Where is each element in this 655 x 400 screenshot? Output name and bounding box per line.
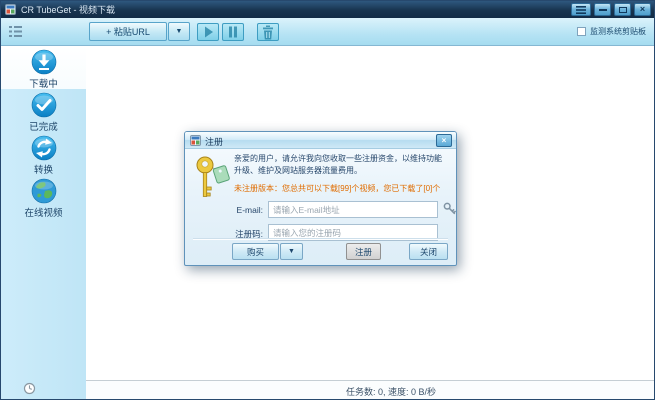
email-field[interactable] <box>268 201 438 218</box>
close-icon: × <box>640 5 645 14</box>
statusbar: 任务数: 0, 速度: 0 B/秒 <box>86 380 654 399</box>
clipboard-checkbox[interactable] <box>577 27 586 36</box>
close-button[interactable]: × <box>634 3 651 16</box>
dialog-app-icon <box>190 135 201 146</box>
titlebar: CR TubeGet - 视频下载 × <box>1 1 654 18</box>
sidebar-item-online-video[interactable]: 在线视频 <box>1 176 86 218</box>
downloading-icon <box>31 49 57 75</box>
close-button-label: 关闭 <box>420 246 437 258</box>
register-dialog: 注册 × 亲爱的用户，请允许我向您收取一些注册资金，以维持功能升级、维护及网站服… <box>184 131 457 266</box>
toolbar: + 粘贴URL ▼ 监测系统剪贴板 <box>1 18 654 46</box>
close-icon: × <box>442 137 447 145</box>
dialog-message: 亲爱的用户，请允许我向您收取一些注册资金，以维持功能升级、维护及网站服务器流量费… <box>234 153 448 177</box>
window-menu-button[interactable] <box>571 3 591 16</box>
online-video-globe-icon <box>31 178 57 204</box>
start-download-button[interactable] <box>197 23 219 41</box>
key-icon <box>194 154 234 206</box>
menu-icon <box>576 6 586 14</box>
delete-task-button[interactable] <box>257 23 279 41</box>
minimize-icon <box>599 9 607 11</box>
sidebar-item-label: 转换 <box>1 162 86 176</box>
dialog-separator <box>193 238 448 240</box>
dialog-warning: 未注册版本：您总共可以下载[99]个视频，您已下载了[0]个 <box>234 183 452 194</box>
sidebar-item-convert[interactable]: 转换 <box>1 133 86 175</box>
chevron-down-icon: ▼ <box>288 248 295 255</box>
sidebar: 下载中 已完成 转换 <box>1 47 86 399</box>
maximize-icon <box>619 7 627 13</box>
buy-button[interactable]: 购买 <box>232 243 279 260</box>
play-icon <box>198 25 218 39</box>
clipboard-checkbox-label: 监测系统剪贴板 <box>590 26 646 37</box>
toolbar-grip-icon[interactable] <box>9 25 22 38</box>
paste-url-dropdown-button[interactable]: ▼ <box>168 22 190 41</box>
window-title: CR TubeGet - 视频下载 <box>21 3 115 16</box>
window-controls: × <box>571 3 651 16</box>
small-key-icon[interactable] <box>443 202 457 217</box>
paste-url-button[interactable]: + 粘贴URL <box>89 22 167 41</box>
sidebar-item-label: 已完成 <box>1 119 86 133</box>
status-text: 任务数: 0, 速度: 0 B/秒 <box>346 385 436 398</box>
clipboard-monitor-option: 监测系统剪贴板 <box>577 26 646 37</box>
app-window: CR TubeGet - 视频下载 × + 粘贴URL <box>0 0 655 400</box>
dialog-title: 注册 <box>205 135 223 148</box>
email-label: E-mail: <box>187 205 263 215</box>
scheduler-clock-icon[interactable] <box>23 382 36 395</box>
chevron-down-icon: ▼ <box>176 28 183 35</box>
buy-button-label: 购买 <box>247 246 264 258</box>
pause-icon <box>223 25 243 39</box>
dialog-close-action-button[interactable]: 关闭 <box>409 243 448 260</box>
sidebar-item-completed[interactable]: 已完成 <box>1 90 86 132</box>
sidebar-item-downloading[interactable]: 下载中 <box>1 47 86 89</box>
register-button-label: 注册 <box>355 246 372 258</box>
app-icon <box>5 4 16 15</box>
dialog-close-button[interactable]: × <box>436 134 452 147</box>
trash-icon <box>258 25 278 40</box>
dialog-titlebar: 注册 × <box>185 132 456 149</box>
sidebar-item-label: 下载中 <box>1 76 86 90</box>
buy-dropdown-button[interactable]: ▼ <box>280 243 303 260</box>
convert-icon <box>31 135 57 161</box>
completed-icon <box>31 92 57 118</box>
sidebar-item-label: 在线视频 <box>1 205 86 219</box>
register-button[interactable]: 注册 <box>346 243 381 260</box>
minimize-button[interactable] <box>594 3 611 16</box>
paste-url-label: + 粘贴URL <box>106 25 150 38</box>
pause-download-button[interactable] <box>222 23 244 41</box>
maximize-button[interactable] <box>614 3 631 16</box>
